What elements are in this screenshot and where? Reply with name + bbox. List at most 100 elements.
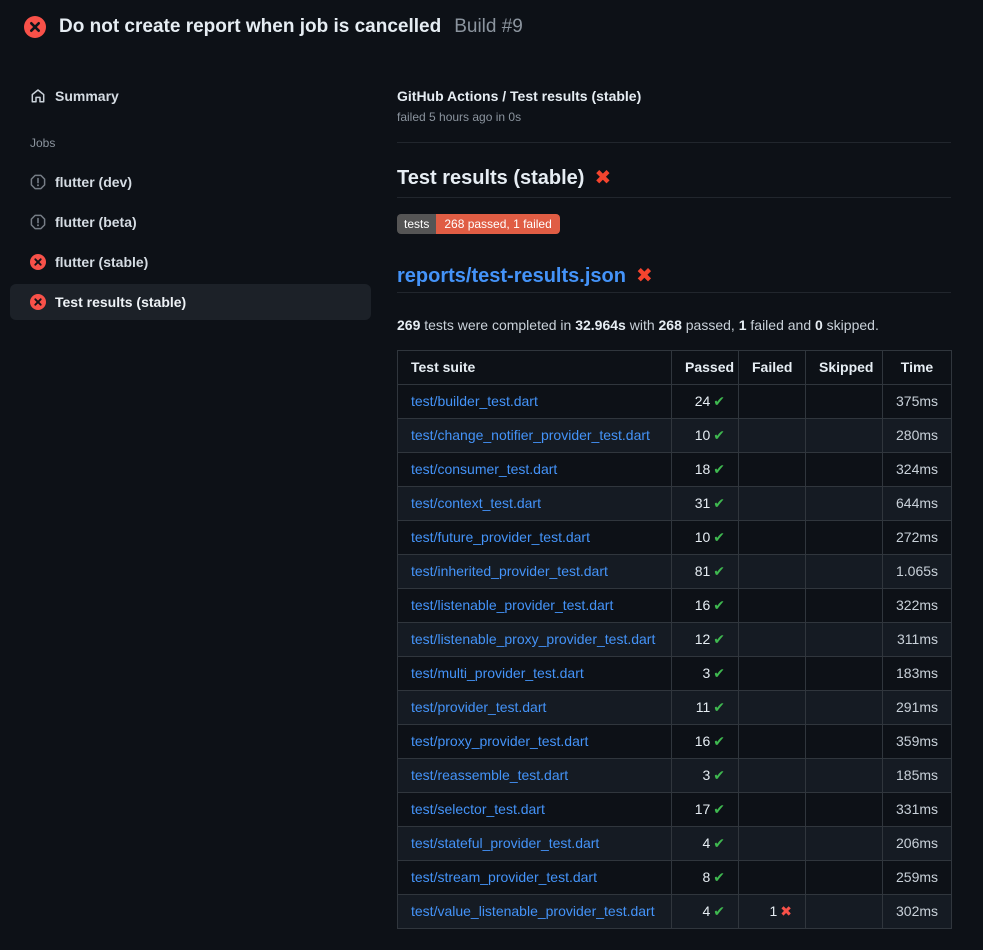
table-row: test/future_provider_test.dart10✔272ms	[398, 521, 952, 555]
cell-passed: 24✔	[672, 385, 739, 419]
cell-time: 331ms	[883, 793, 952, 827]
test-suite-link[interactable]: test/listenable_proxy_provider_test.dart	[411, 631, 655, 647]
cell-test-suite: test/stream_provider_test.dart	[398, 861, 672, 895]
cell-test-suite: test/builder_test.dart	[398, 385, 672, 419]
count-value: 31	[695, 495, 711, 511]
cell-time: 311ms	[883, 623, 952, 657]
check-icon: ✔	[713, 869, 725, 885]
cross-icon: ✖	[780, 903, 792, 919]
failed-cross-icon: ✖	[636, 266, 653, 286]
cell-failed: 1✖	[739, 895, 806, 929]
count-value: 16	[695, 597, 711, 613]
cell-failed	[739, 793, 806, 827]
cell-failed	[739, 487, 806, 521]
sidebar-item-label: flutter (stable)	[55, 254, 148, 270]
check-icon: ✔	[713, 427, 725, 443]
job-status-line: failed 5 hours ago in 0s	[397, 110, 951, 124]
section-heading: Test results (stable) ✖	[397, 165, 951, 198]
cell-time: 1.065s	[883, 555, 952, 589]
cell-passed: 17✔	[672, 793, 739, 827]
table-row: test/builder_test.dart24✔375ms	[398, 385, 952, 419]
cell-time: 359ms	[883, 725, 952, 759]
count-value: 1	[769, 903, 777, 919]
cell-failed	[739, 691, 806, 725]
table-row: test/stream_provider_test.dart8✔259ms	[398, 861, 952, 895]
cell-failed	[739, 759, 806, 793]
sidebar-item-label: Test results (stable)	[55, 294, 186, 310]
test-suite-link[interactable]: test/selector_test.dart	[411, 801, 545, 817]
table-row: test/context_test.dart 31✔ 644ms	[398, 487, 952, 521]
cell-passed: 11✔	[672, 691, 739, 725]
cell-time: 302ms	[883, 895, 952, 929]
test-suite-link[interactable]: test/multi_provider_test.dart	[411, 665, 584, 681]
test-suite-link[interactable]: test/value_listenable_provider_test.dart	[411, 903, 655, 919]
report-heading: reports/test-results.json ✖	[397, 264, 951, 293]
cell-passed: 16✔	[672, 725, 739, 759]
test-suite-link[interactable]: test/builder_test.dart	[411, 393, 538, 409]
test-suite-link[interactable]: test/stateful_provider_test.dart	[411, 835, 599, 851]
cell-passed: 18✔	[672, 453, 739, 487]
test-suite-link[interactable]: test/context_test.dart	[411, 495, 541, 511]
sidebar-item-flutter-stable[interactable]: flutter (stable)	[10, 244, 371, 280]
table-row: test/consumer_test.dart 18✔ 324ms	[398, 453, 952, 487]
table-row: test/multi_provider_test.dart3✔183ms	[398, 657, 952, 691]
test-suite-link[interactable]: test/listenable_provider_test.dart	[411, 597, 613, 613]
cell-skipped	[806, 793, 883, 827]
summary-segment: 268	[659, 317, 682, 333]
table-row: test/stateful_provider_test.dart4✔206ms	[398, 827, 952, 861]
test-suite-link[interactable]: test/reassemble_test.dart	[411, 767, 568, 783]
sidebar-item-summary[interactable]: Summary	[10, 78, 371, 114]
badge-value: 268 passed, 1 failed	[436, 214, 559, 234]
cell-test-suite: test/selector_test.dart	[398, 793, 672, 827]
test-suite-link[interactable]: test/inherited_provider_test.dart	[411, 563, 608, 579]
sidebar-item-flutter-beta[interactable]: flutter (beta)	[10, 204, 371, 240]
cell-failed	[739, 453, 806, 487]
cell-failed	[739, 725, 806, 759]
test-suite-link[interactable]: test/change_notifier_provider_test.dart	[411, 427, 650, 443]
stop-octagon-icon	[30, 174, 46, 190]
sidebar-summary-label: Summary	[55, 88, 119, 104]
test-suite-link[interactable]: test/proxy_provider_test.dart	[411, 733, 588, 749]
cell-test-suite: test/inherited_provider_test.dart	[398, 555, 672, 589]
x-circle-fill-icon	[24, 16, 46, 38]
cell-time: 272ms	[883, 521, 952, 555]
cell-failed	[739, 827, 806, 861]
sidebar-item-flutter-dev[interactable]: flutter (dev)	[10, 164, 371, 200]
count-value: 3	[702, 665, 710, 681]
column-header-time: Time	[883, 351, 952, 385]
cell-passed: 4✔	[672, 827, 739, 861]
tests-status-badge: tests 268 passed, 1 failed	[397, 214, 560, 234]
check-icon: ✔	[713, 801, 725, 817]
test-suite-link[interactable]: test/consumer_test.dart	[411, 461, 557, 477]
cell-failed	[739, 419, 806, 453]
count-value: 4	[702, 835, 710, 851]
summary-segment: with	[626, 317, 659, 333]
cell-test-suite: test/proxy_provider_test.dart	[398, 725, 672, 759]
divider	[397, 142, 951, 143]
test-suite-link[interactable]: test/provider_test.dart	[411, 699, 546, 715]
sidebar-item-test-results-stable[interactable]: Test results (stable)	[10, 284, 371, 320]
summary-segment: 0	[815, 317, 823, 333]
cell-test-suite: test/stateful_provider_test.dart	[398, 827, 672, 861]
count-value: 4	[702, 903, 710, 919]
check-icon: ✔	[713, 665, 725, 681]
summary-segment: failed and	[747, 317, 816, 333]
cell-time: 644ms	[883, 487, 952, 521]
test-suite-link[interactable]: test/future_provider_test.dart	[411, 529, 590, 545]
cell-time: 324ms	[883, 453, 952, 487]
cell-failed	[739, 861, 806, 895]
cell-time: 259ms	[883, 861, 952, 895]
table-row: test/listenable_provider_test.dart16✔322…	[398, 589, 952, 623]
count-value: 24	[695, 393, 711, 409]
home-icon	[30, 88, 46, 104]
cell-test-suite: test/value_listenable_provider_test.dart	[398, 895, 672, 929]
test-suite-link[interactable]: test/stream_provider_test.dart	[411, 869, 597, 885]
check-icon: ✔	[713, 495, 725, 511]
check-icon: ✔	[713, 529, 725, 545]
test-results-table: Test suite Passed Failed Skipped Time te…	[397, 350, 952, 929]
sidebar-item-label: flutter (beta)	[55, 214, 137, 230]
report-link[interactable]: reports/test-results.json	[397, 264, 626, 288]
check-icon: ✔	[713, 733, 725, 749]
cell-failed	[739, 589, 806, 623]
check-icon: ✔	[713, 767, 725, 783]
